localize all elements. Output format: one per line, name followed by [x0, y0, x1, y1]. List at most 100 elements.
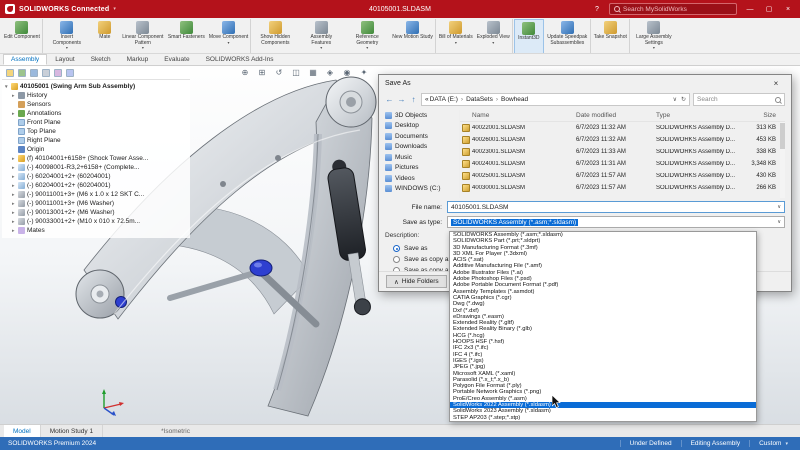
radio-icon[interactable] [393, 256, 400, 263]
breadcrumb[interactable]: « DATA (E:)DataSetsBowhead ∨ ↻ [421, 93, 690, 106]
featuremanager-tab-icon[interactable] [6, 69, 14, 77]
tree-item[interactable]: ▸ (-) 90011001+3+ (M6 Washer) [2, 199, 190, 208]
view-orientation-icon[interactable]: ▦ [308, 68, 318, 77]
hide-folders-button[interactable]: ∧ Hide Folders [386, 275, 447, 288]
tree-item[interactable]: ▸ (-) 90013001+2+ (M6 Washer) [2, 208, 190, 217]
configurationmanager-tab-icon[interactable] [30, 69, 38, 77]
column-header-name[interactable]: Name [462, 112, 576, 119]
document-tab[interactable]: Model [4, 425, 41, 437]
mysolidworks-search-input[interactable]: Search MySolidWorks [609, 3, 737, 15]
chevron-down-icon[interactable]: ∨ [777, 219, 781, 225]
ribbon-button[interactable]: Exploded View ▾ [475, 19, 513, 53]
tree-item[interactable]: ▸ History [2, 91, 190, 100]
previous-view-icon[interactable]: ↺ [274, 68, 284, 77]
dimxpertmanager-tab-icon[interactable] [42, 69, 50, 77]
command-tab[interactable]: Evaluate [156, 54, 197, 65]
file-name-input[interactable]: 40105001.SLDASM ∨ [447, 201, 785, 213]
document-tab[interactable]: Motion Study 1 [41, 425, 104, 437]
cam-tab-icon[interactable] [66, 69, 74, 77]
ribbon-button[interactable]: Bill of Materials ▾ [437, 19, 475, 53]
tree-item[interactable]: ▸ Mates [2, 226, 190, 235]
sidebar-folder-item[interactable]: Documents [385, 131, 459, 142]
section-view-icon[interactable]: ◫ [291, 68, 301, 77]
sidebar-folder-item[interactable]: 3D Objects [385, 110, 459, 121]
command-tab[interactable]: Sketch [83, 54, 119, 65]
dialog-search-input[interactable]: Search [693, 93, 785, 106]
tree-item[interactable]: ▸ (-) 60204001+2+ (60204001) [2, 172, 190, 181]
ribbon-button[interactable]: Update Speedpak Subassemblies ▾ [545, 19, 591, 53]
ribbon-button[interactable]: Reference Geometry ▾ [344, 19, 390, 53]
ribbon-button[interactable]: Linear Component Pattern ▾ [120, 19, 166, 53]
ribbon-button[interactable]: Take Snapshot ▾ [592, 19, 630, 53]
ribbon-button[interactable]: Smart Fasteners ▾ [166, 19, 207, 53]
sidebar-folder-item[interactable]: WINDOWS (C:) [385, 184, 459, 195]
command-tab[interactable]: Markup [119, 54, 157, 65]
tree-item[interactable]: Front Plane [2, 118, 190, 127]
displaymanager-tab-icon[interactable] [54, 69, 62, 77]
sidebar-folder-item[interactable]: Desktop [385, 121, 459, 132]
custom-dropdown[interactable]: Custom ▾ [749, 440, 792, 447]
tree-item[interactable]: ▸ Annotations [2, 109, 190, 118]
close-button[interactable]: × [782, 6, 794, 13]
column-header-date[interactable]: Date modified [576, 112, 656, 119]
tree-item[interactable]: Top Plane [2, 127, 190, 136]
tree-item[interactable]: ▸ (-) 90033001+2+ (M10 x 010 x 72.5m... [2, 217, 190, 226]
ribbon-button[interactable]: Instant3D ▾ [513, 19, 544, 53]
ribbon-button[interactable]: Show Hidden Components ▾ [252, 19, 298, 53]
command-tab[interactable]: Layout [47, 54, 83, 65]
ribbon-button[interactable]: Edit Component ▾ [2, 19, 43, 53]
back-icon[interactable]: ← [385, 95, 394, 104]
save-as-type-combobox[interactable]: SOLIDWORKS Assembly (*.asm;*.sldasm) ∨ [447, 216, 785, 228]
chevron-down-icon[interactable]: ∨ [673, 96, 677, 103]
dialog-close-icon[interactable]: × [767, 79, 785, 88]
column-header-type[interactable]: Type [656, 112, 740, 119]
zoom-fit-icon[interactable]: ⊕ [240, 68, 250, 77]
ribbon-button[interactable]: Insert Components ▾ [44, 19, 90, 53]
ribbon-button[interactable]: Mate ▾ [90, 19, 120, 53]
column-header-size[interactable]: Size [740, 112, 776, 119]
ribbon-button[interactable]: Large Assembly Settings ▾ [631, 19, 677, 53]
ribbon-button[interactable]: Move Component ▾ [207, 19, 252, 53]
file-row[interactable]: 40026001.SLDASM 6/7/2023 11:32 AM SOLIDW… [460, 134, 785, 146]
minimize-button[interactable]: — [744, 6, 756, 13]
breadcrumb-segment[interactable]: DataSets [466, 96, 501, 103]
command-tab[interactable]: Assembly [3, 54, 48, 65]
tree-item[interactable]: ▸ (-) 40098001-R3,2+6158+ (Complete... [2, 163, 190, 172]
breadcrumb-segment[interactable]: DATA (E:) [430, 96, 466, 103]
command-tab[interactable]: SOLIDWORKS Add-Ins [198, 54, 282, 65]
propertymanager-tab-icon[interactable] [18, 69, 26, 77]
scrollbar-thumb[interactable] [780, 123, 785, 149]
tree-item[interactable]: ▸ (f) 40104001+6158+ (Shock Tower Asse..… [2, 154, 190, 163]
ribbon-button[interactable]: New Motion Study ▾ [390, 19, 436, 53]
file-row[interactable]: 40023001.SLDASM 6/7/2023 11:33 AM SOLIDW… [460, 146, 785, 158]
breadcrumb-segment[interactable]: Bowhead [501, 96, 528, 103]
zoom-area-icon[interactable]: ⊞ [257, 68, 267, 77]
display-style-icon[interactable]: ◈ [325, 68, 335, 77]
tree-item[interactable]: Right Plane [2, 136, 190, 145]
maximize-button[interactable]: ▢ [763, 5, 775, 13]
file-row[interactable]: 40022001.SLDASM 6/7/2023 11:32 AM SOLIDW… [460, 122, 785, 134]
menu-arrow-icon[interactable]: ▾ [113, 6, 116, 12]
forward-icon[interactable]: → [397, 95, 406, 104]
refresh-icon[interactable]: ↻ [681, 96, 686, 103]
help-icon[interactable]: ? [592, 6, 602, 13]
tree-item[interactable]: ▸ (-) 60204001+2+ (60204001) [2, 181, 190, 190]
ribbon-button[interactable]: Assembly Features ▾ [298, 19, 344, 53]
file-row[interactable]: 40025001.SLDASM 6/7/2023 11:57 AM SOLIDW… [460, 170, 785, 182]
hide-show-icon[interactable]: ◉ [342, 68, 352, 77]
sidebar-folder-item[interactable]: Pictures [385, 163, 459, 174]
radio-icon[interactable] [393, 245, 400, 252]
tree-item[interactable]: Sensors [2, 100, 190, 109]
sidebar-folder-item[interactable]: Music [385, 152, 459, 163]
file-row[interactable]: 40024001.SLDASM 6/7/2023 11:31 AM SOLIDW… [460, 158, 785, 170]
tree-item[interactable]: ▸ (-) 90011001+3+ (M6 x 1.0 x 12 SKT C..… [2, 190, 190, 199]
sidebar-folder-item[interactable]: Downloads [385, 142, 459, 153]
tree-item[interactable]: Origin [2, 145, 190, 154]
chevron-down-icon[interactable]: ∨ [777, 204, 781, 210]
file-row[interactable]: 40030001.SLDASM 6/7/2023 11:57 AM SOLIDW… [460, 182, 785, 194]
file-type-option[interactable]: STEP AP203 (*.step;*.stp) [450, 415, 756, 421]
sidebar-folder-item[interactable]: Videos [385, 173, 459, 184]
file-list-scrollbar[interactable] [780, 122, 785, 198]
appearance-icon[interactable]: ✦ [359, 68, 369, 77]
tree-root-item[interactable]: ▾ 40105001 (Swing Arm Sub Assembly) [2, 82, 190, 91]
